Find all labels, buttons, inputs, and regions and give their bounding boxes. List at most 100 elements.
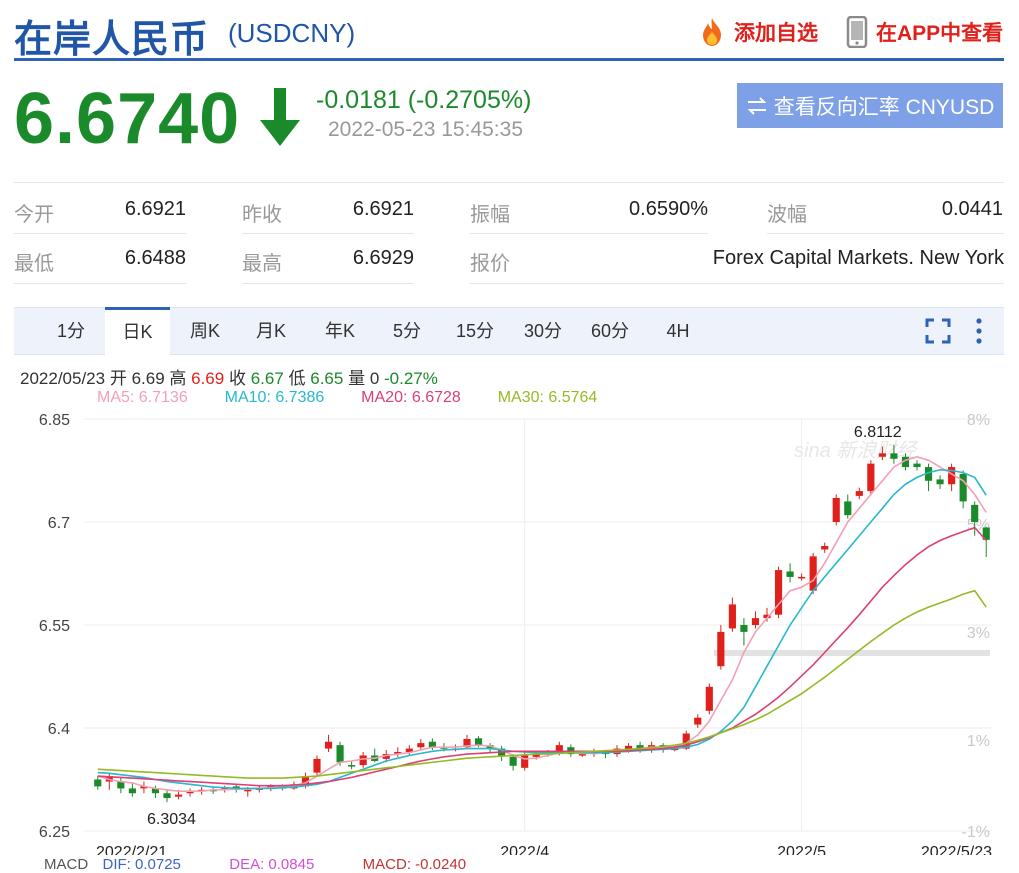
- ma-line-ma30: [97, 589, 987, 779]
- candle-body: [694, 717, 702, 725]
- ma5-legend: MA5: 6.7136: [97, 389, 188, 406]
- candle-date: 2022/05/23: [20, 369, 106, 388]
- candle-body: [855, 491, 863, 496]
- candle-body: [844, 501, 852, 516]
- kline-chart[interactable]: sina 新浪财经 6.856.76.556.46.25 8%5%3%1%-1%…: [14, 405, 1004, 855]
- dif-legend: DIF: 0.0725: [102, 856, 181, 873]
- view-in-app-label: 在APP中查看: [876, 22, 1004, 45]
- min-label: 6.3034: [147, 811, 196, 828]
- add-watchlist-label: 添加自选: [734, 22, 818, 45]
- candle-body: [244, 789, 252, 792]
- candle-body: [878, 453, 886, 457]
- x-tick-label: 2022/5: [777, 844, 826, 855]
- candle-body: [578, 754, 586, 756]
- candle-body: [936, 479, 944, 485]
- tab-1min[interactable]: 1分: [42, 308, 100, 354]
- candle-low: 6.65: [310, 369, 344, 388]
- quote-source-label: 报价: [470, 253, 510, 275]
- candle-high: 6.69: [191, 369, 225, 388]
- fullscreen-icon[interactable]: [925, 318, 951, 344]
- wave-label: 波幅: [767, 204, 807, 226]
- candle-high-label: 高: [169, 369, 187, 388]
- low-value: 6.6488: [124, 247, 186, 269]
- candle-body: [324, 741, 333, 749]
- candle-body: [786, 571, 794, 577]
- ma-line-ma20: [97, 526, 987, 787]
- ma-lines: [97, 455, 987, 793]
- symbol-code: (USDCNY): [228, 18, 356, 48]
- candle-body: [890, 453, 898, 459]
- chart-grid: [84, 418, 992, 832]
- tab-daily[interactable]: 日K: [105, 307, 170, 357]
- x-tick-label: 2022/5/23: [921, 844, 992, 855]
- ma30-legend: MA30: 6.5764: [497, 389, 598, 406]
- ma10-legend: MA10: 6.7386: [224, 389, 325, 406]
- more-options-icon[interactable]: [974, 317, 984, 345]
- y-tick-label: 6.7: [48, 515, 70, 532]
- candle-body: [832, 497, 840, 522]
- reverse-rate-label: 查看反向汇率 CNYUSD: [773, 95, 995, 119]
- add-watchlist-button[interactable]: 添加自选: [696, 16, 818, 48]
- candle-body: [336, 745, 344, 763]
- stats-divider: [470, 283, 1004, 284]
- prev-close-label: 昨收: [242, 204, 282, 226]
- candle-open: 6.69: [131, 369, 165, 388]
- watermark: sina 新浪财经: [794, 440, 918, 462]
- down-arrow-icon: [260, 88, 300, 146]
- candle-body: [798, 576, 806, 579]
- candle-pct: -0.27%: [384, 369, 438, 388]
- candle-volume: 0: [369, 369, 380, 388]
- y-tick-label: 6.4: [48, 721, 70, 738]
- page-title: 在岸人民币: [14, 19, 210, 61]
- tab-5min[interactable]: 5分: [378, 308, 436, 354]
- candle-open-label: 开: [109, 369, 127, 388]
- candle-body: [163, 793, 171, 799]
- candle-low-label: 低: [288, 369, 306, 388]
- amplitude-value: 0.6590%: [629, 198, 708, 220]
- tab-4h[interactable]: 4H: [648, 308, 708, 354]
- candle-body: [913, 463, 921, 468]
- candle-body: [751, 618, 760, 625]
- candle-body: [821, 546, 829, 550]
- ma-line-ma5: [97, 455, 987, 793]
- open-value: 6.6921: [124, 198, 186, 220]
- open-label: 今开: [14, 204, 54, 226]
- candle-body: [728, 604, 736, 629]
- x-axis: 2022/2/21 2022/4 2022/5 2022/5/23: [96, 844, 992, 855]
- fire-icon: [703, 18, 721, 46]
- macd-value-legend: MACD: -0.0240: [362, 856, 467, 873]
- candle-body: [740, 625, 748, 632]
- candle-body: [717, 631, 725, 667]
- y-axis: 6.85 6.7 6.55 6.4 6.25: [39, 412, 70, 841]
- max-label: 6.8112: [854, 424, 902, 441]
- current-price: 6.6740: [14, 79, 241, 159]
- wave-value: 0.0441: [941, 198, 1003, 220]
- stats-divider-top: [14, 182, 1004, 183]
- candle-body: [359, 755, 367, 766]
- candle-body: [809, 556, 817, 591]
- candle-body: [313, 758, 321, 773]
- prev-close-value: 6.6921: [352, 198, 414, 220]
- pct-tick-label: 8%: [967, 412, 990, 429]
- swap-icon: [747, 96, 767, 115]
- y-tick-label: 6.25: [39, 824, 70, 841]
- tab-monthly[interactable]: 月K: [240, 308, 302, 354]
- tab-60min[interactable]: 60分: [578, 308, 642, 354]
- stats-divider: [14, 233, 186, 234]
- amplitude-label: 振幅: [470, 204, 510, 226]
- view-in-app-button[interactable]: 在APP中查看: [846, 16, 1003, 48]
- ma-line-ma10: [97, 468, 987, 790]
- candle-body: [128, 788, 136, 794]
- tab-weekly[interactable]: 周K: [174, 308, 236, 354]
- header-divider: [14, 58, 1004, 61]
- candle-body: [959, 473, 967, 502]
- reverse-rate-button[interactable]: 查看反向汇率 CNYUSD: [737, 83, 1003, 128]
- stats-divider: [242, 233, 414, 234]
- high-label: 最高: [242, 253, 282, 275]
- tab-30min[interactable]: 30分: [511, 308, 575, 354]
- stats-divider: [242, 283, 414, 284]
- tab-15min[interactable]: 15分: [444, 308, 506, 354]
- candle-close-label: 收: [228, 369, 246, 388]
- tab-yearly[interactable]: 年K: [308, 308, 372, 354]
- stats-divider: [470, 233, 708, 234]
